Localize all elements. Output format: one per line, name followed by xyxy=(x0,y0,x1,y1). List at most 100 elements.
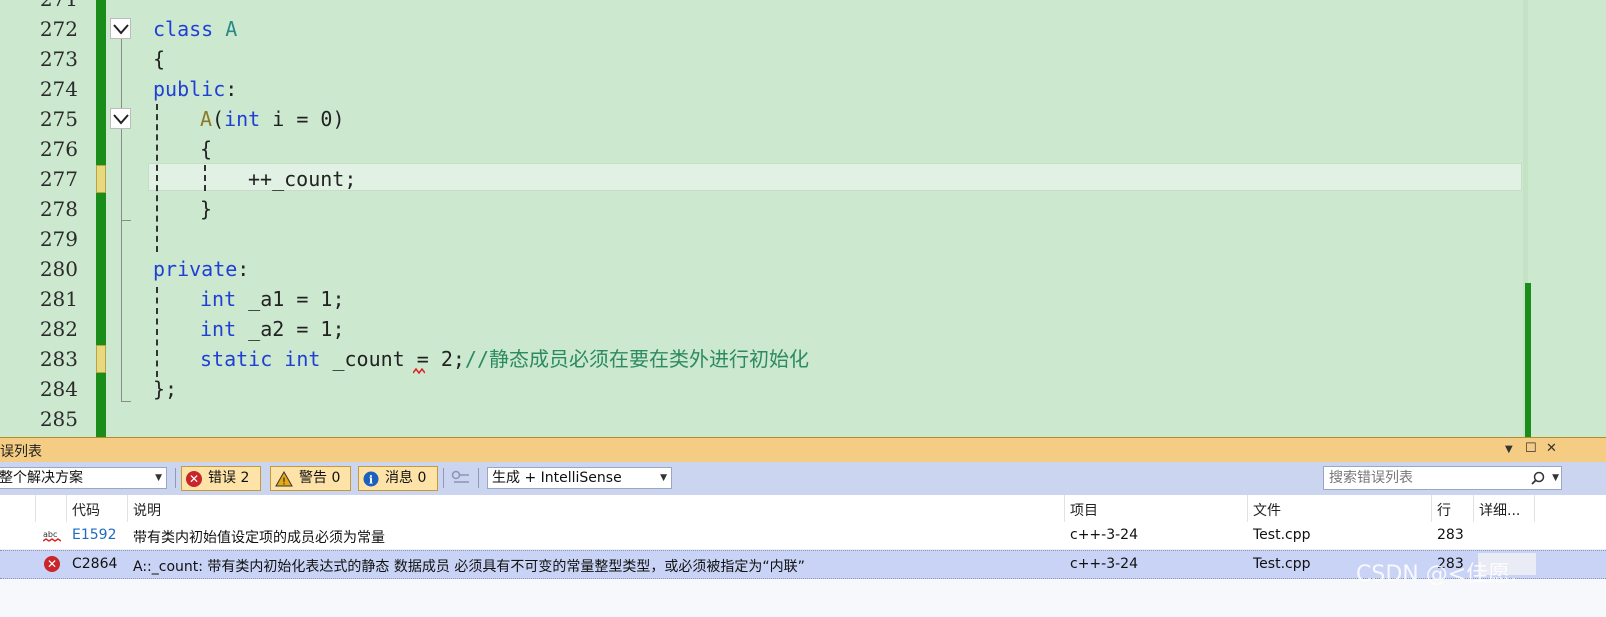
warnings-filter-button[interactable]: ! 警告 0 xyxy=(270,466,351,491)
code-line-283: static int _count = 2;//静态成员必须在要在类外进行初始化 xyxy=(200,347,810,371)
error-code-link[interactable]: E1592 xyxy=(72,527,116,543)
panel-title: 误列表 xyxy=(0,444,42,460)
error-project: c++-3-24 xyxy=(1070,527,1138,543)
line-number: 271 xyxy=(0,0,78,14)
column-header-code[interactable]: 代码 xyxy=(72,500,100,520)
line-number: 281 xyxy=(39,287,78,311)
column-divider xyxy=(1064,495,1065,522)
line-number: 280 xyxy=(39,257,78,281)
scope-dropdown[interactable]: 整个解决方案 ▼ xyxy=(0,467,167,489)
info-icon: i xyxy=(363,471,379,486)
error-list-header: 代码 说明 项目 文件 行 详细... xyxy=(0,495,1606,523)
column-divider xyxy=(1431,495,1432,522)
svg-text:abc: abc xyxy=(43,530,57,539)
line-number: 273 xyxy=(39,47,78,71)
code-line-274: public: xyxy=(153,77,238,101)
toolbar-separator xyxy=(443,468,444,488)
code-line-272: class A xyxy=(153,17,238,41)
svg-text:!: ! xyxy=(282,476,286,487)
code-editor[interactable]: 271 272 273 274 275 276 277 278 279 280 … xyxy=(0,0,1606,446)
line-number: 275 xyxy=(39,107,78,131)
intellisense-error-icon: abc xyxy=(43,530,61,542)
search-placeholder: 搜索错误列表 xyxy=(1329,470,1413,486)
filter-icon[interactable] xyxy=(450,470,470,486)
warning-icon: ! xyxy=(275,470,293,487)
search-icon xyxy=(1531,471,1545,485)
line-number: 278 xyxy=(39,197,78,221)
line-number: 282 xyxy=(39,317,78,341)
line-number: 277 xyxy=(39,167,78,191)
window-position-button[interactable]: ▼ xyxy=(1505,444,1513,455)
error-description: A::_count: 带有类内初始化表达式的静态 数据成员 必须具有不可变的常量… xyxy=(133,559,805,575)
error-list-toolbar: 整个解决方案 ▼ ✕ 错误 2 ! 警告 0 i 消息 0 生成 + Intel… xyxy=(0,462,1606,495)
column-header-description[interactable]: 说明 xyxy=(133,500,161,520)
error-list-search-input[interactable]: 搜索错误列表 ▼ xyxy=(1323,466,1562,490)
fold-end xyxy=(121,401,131,402)
svg-text:i: i xyxy=(369,473,373,486)
collapse-class-button[interactable] xyxy=(110,18,131,39)
line-number: 285 xyxy=(39,407,78,431)
code-line-277: ++_count; xyxy=(248,167,357,191)
error-list-panel: 误列表 ▼ ☐ ✕ 整个解决方案 ▼ ✕ 错误 2 ! 警告 0 i 消息 0 … xyxy=(0,437,1606,617)
code-line-284: }; xyxy=(153,377,178,401)
code-line-276: { xyxy=(200,137,213,161)
toolbar-separator xyxy=(175,468,176,488)
error-squiggle xyxy=(413,368,425,374)
change-marker xyxy=(96,165,106,193)
messages-filter-button[interactable]: i 消息 0 xyxy=(358,466,438,491)
line-number: 274 xyxy=(39,77,78,101)
change-marker xyxy=(96,345,106,373)
column-divider xyxy=(1247,495,1248,522)
chevron-down-icon xyxy=(112,23,129,35)
line-number: 283 xyxy=(39,347,78,371)
column-divider xyxy=(66,495,67,522)
change-tracking-bar xyxy=(96,0,106,446)
indent-guide xyxy=(204,165,206,191)
dropdown-arrow-icon: ▼ xyxy=(155,473,162,483)
column-divider xyxy=(1473,495,1474,522)
indent-guide xyxy=(156,104,158,252)
fold-end xyxy=(121,220,131,221)
scope-value: 整个解决方案 xyxy=(0,470,83,486)
watermark: CSDN @<佳愿. xyxy=(1356,562,1518,587)
code-line-275: A(int i = 0) xyxy=(200,107,345,131)
error-line: 283 xyxy=(1437,527,1464,543)
fold-line xyxy=(121,129,122,401)
error-code[interactable]: C2864 xyxy=(72,556,117,572)
vertical-scrollbar[interactable] xyxy=(1533,0,1567,446)
build-source-dropdown[interactable]: 生成 + IntelliSense ▼ xyxy=(487,467,672,489)
column-divider xyxy=(1534,495,1535,522)
column-header-details[interactable]: 详细... xyxy=(1479,500,1520,520)
column-divider xyxy=(127,495,128,522)
overview-change-marker xyxy=(1525,283,1531,446)
error-file: Test.cpp xyxy=(1253,556,1311,572)
search-options-icon[interactable]: ▼ xyxy=(1552,467,1559,489)
column-header-project[interactable]: 项目 xyxy=(1070,500,1098,520)
code-line-273: { xyxy=(153,47,166,71)
chevron-down-icon xyxy=(112,113,129,125)
error-project: c++-3-24 xyxy=(1070,556,1138,572)
error-icon: ✕ xyxy=(186,470,202,487)
line-number: 272 xyxy=(39,17,78,41)
error-file: Test.cpp xyxy=(1253,527,1311,543)
line-number: 279 xyxy=(39,227,78,251)
code-line-281: int _a1 = 1; xyxy=(200,287,345,311)
build-source-value: 生成 + IntelliSense xyxy=(492,470,622,486)
code-line-282: int _a2 = 1; xyxy=(200,317,345,341)
column-header-file[interactable]: 文件 xyxy=(1253,500,1281,520)
code-line-280: private: xyxy=(153,257,250,281)
errors-filter-button[interactable]: ✕ 错误 2 xyxy=(181,466,261,491)
column-header-line[interactable]: 行 xyxy=(1437,500,1451,520)
table-row[interactable]: abc E1592 带有类内初始值设定项的成员必须为常量 c++-3-24 Te… xyxy=(0,522,1606,550)
indent-guide xyxy=(156,287,158,377)
maximize-button[interactable]: ☐ xyxy=(1525,441,1537,456)
column-divider xyxy=(35,495,36,522)
collapse-constructor-button[interactable] xyxy=(110,108,131,129)
toolbar-separator xyxy=(478,468,479,488)
fold-line xyxy=(121,39,122,108)
error-list-titlebar: 误列表 ▼ ☐ ✕ xyxy=(0,438,1606,462)
error-description: 带有类内初始值设定项的成员必须为常量 xyxy=(133,530,385,546)
code-line-278: } xyxy=(200,197,213,221)
close-button[interactable]: ✕ xyxy=(1546,441,1557,456)
dropdown-arrow-icon: ▼ xyxy=(660,473,667,483)
